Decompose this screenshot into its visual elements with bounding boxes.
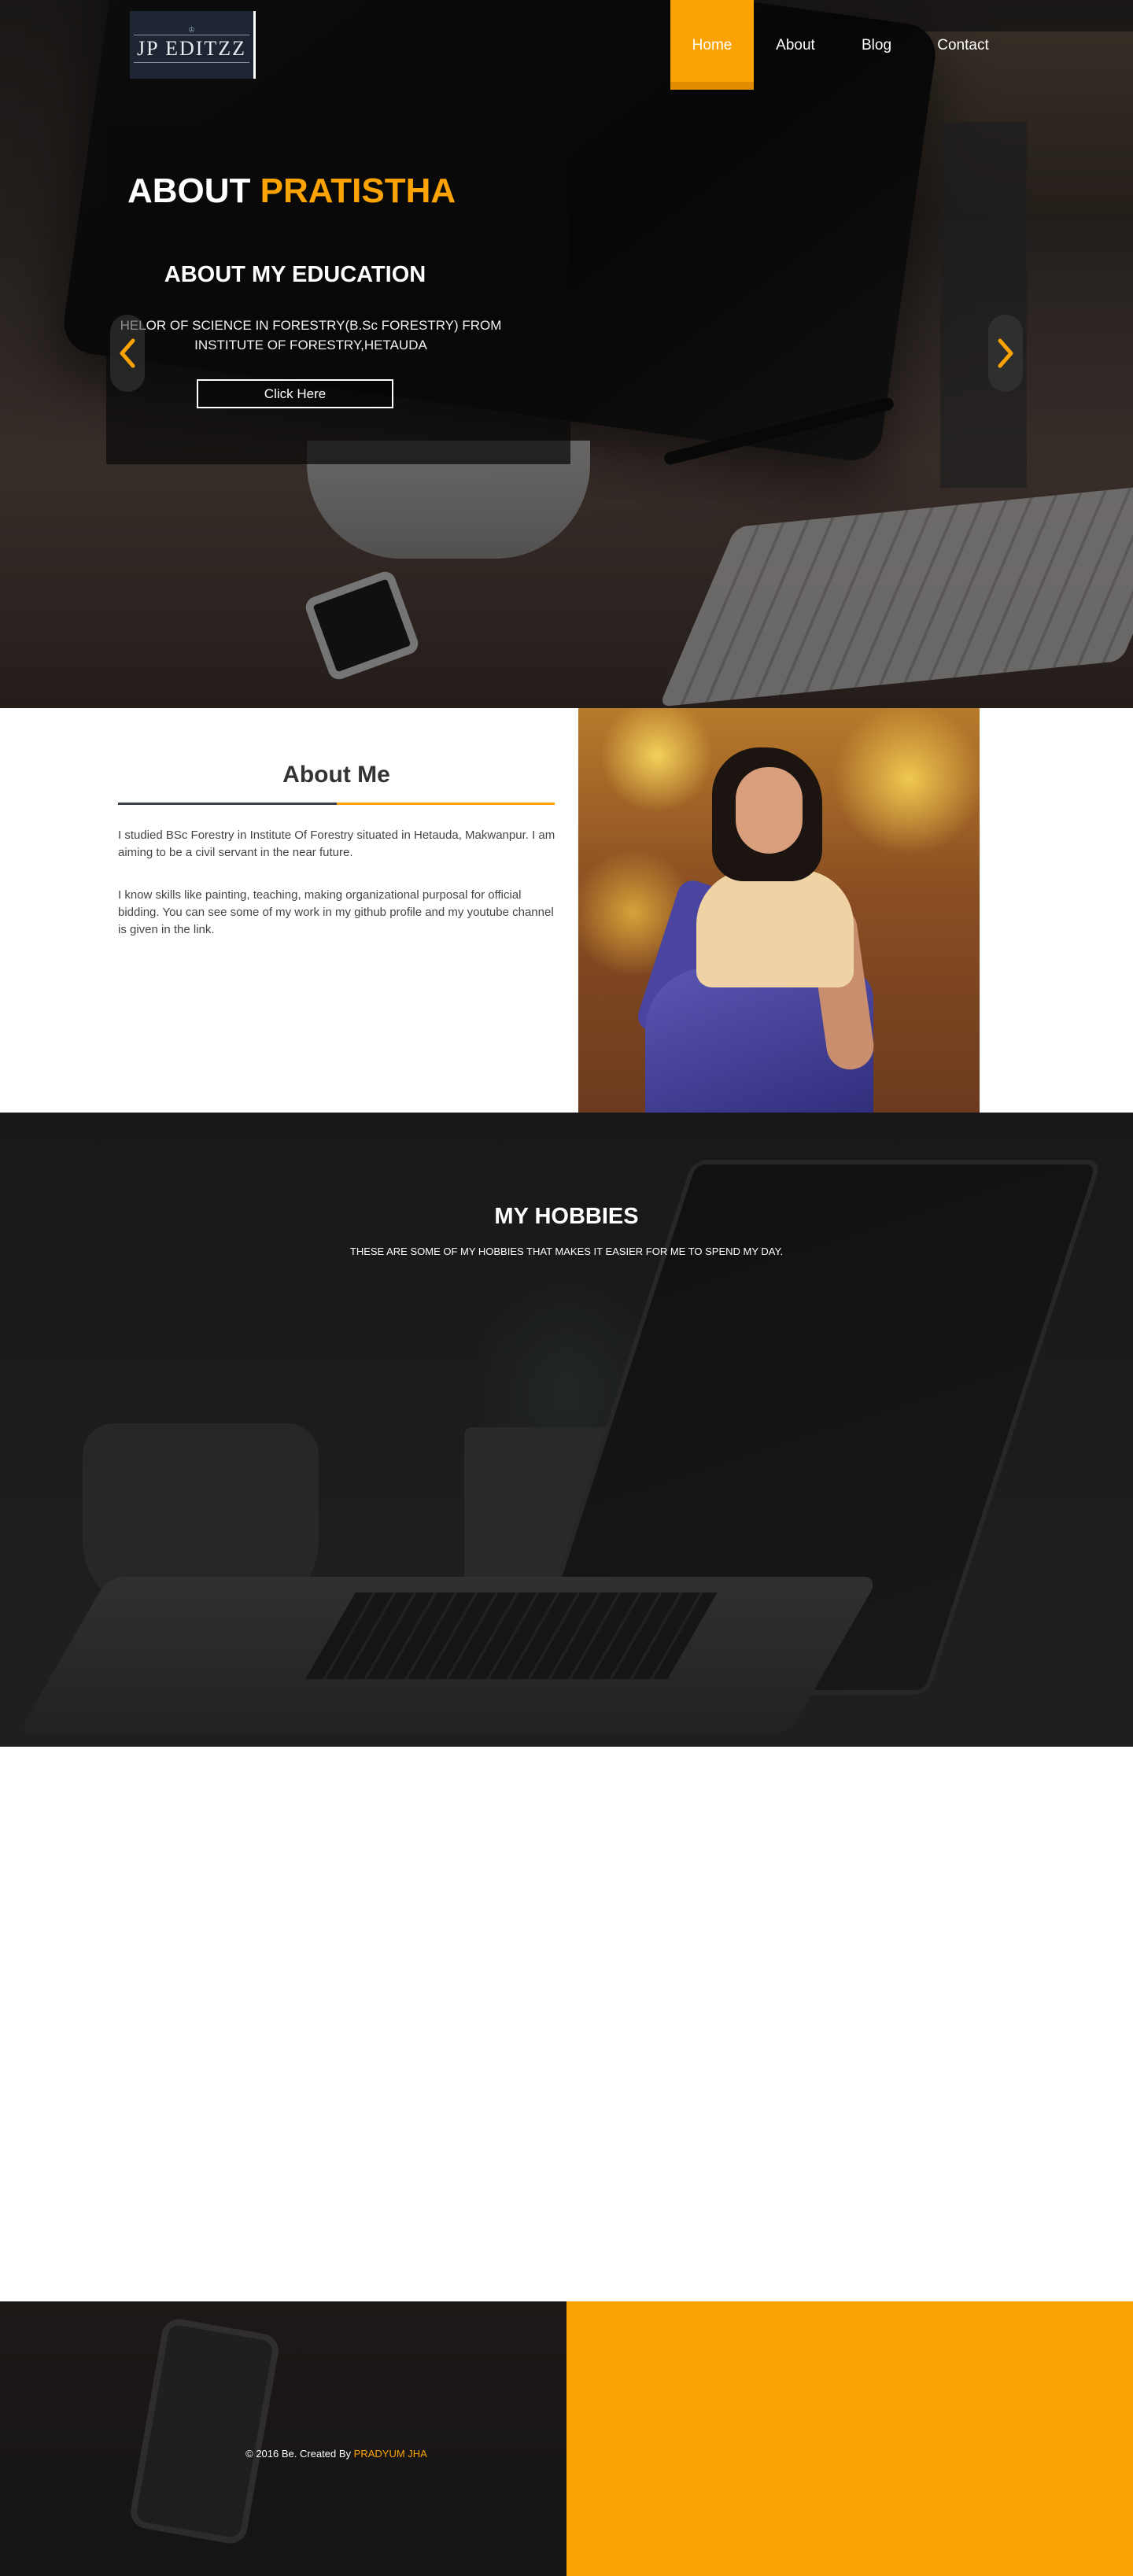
site-logo[interactable]: ♔ JP EDITZZ bbox=[130, 11, 256, 79]
profile-photo bbox=[578, 708, 980, 1113]
hero-subtitle: ABOUT MY EDUCATION bbox=[164, 262, 426, 287]
logo-text: JP EDITZZ bbox=[133, 35, 250, 63]
carousel-next-button[interactable] bbox=[988, 315, 1023, 392]
nav-contact[interactable]: Contact bbox=[916, 0, 1010, 90]
footer-image-panel bbox=[0, 2301, 566, 2576]
main-nav: Home About Blog Contact bbox=[670, 0, 1010, 90]
hero-text-line2: INSTITUTE OF FORESTRY,HETAUDA bbox=[194, 338, 427, 352]
chevron-right-icon bbox=[998, 338, 1013, 368]
hero-text: HELOR OF SCIENCE IN FORESTRY(B.Sc FOREST… bbox=[106, 316, 515, 355]
about-divider-gold bbox=[337, 803, 555, 805]
about-title: About Me bbox=[282, 762, 390, 788]
copyright-text: © 2016 Be. Created By PRADYUM JHA bbox=[0, 2448, 673, 2460]
hero-title-name: PRATISTHA bbox=[260, 172, 456, 210]
nav-about[interactable]: About bbox=[754, 0, 837, 90]
about-paragraph-2: I know skills like painting, teaching, m… bbox=[118, 888, 554, 936]
hero-section: ♔ JP EDITZZ Home About Blog Contact ABOU… bbox=[0, 0, 1133, 708]
hero-text-line1: HELOR OF SCIENCE IN FORESTRY(B.Sc FOREST… bbox=[120, 318, 502, 333]
copyright-prefix: © 2016 Be. Created By bbox=[245, 2448, 352, 2460]
hobbies-title: MY HOBBIES bbox=[494, 1204, 639, 1229]
nav-home[interactable]: Home bbox=[670, 0, 754, 90]
hobbies-subtitle: THESE ARE SOME OF MY HOBBIES THAT MAKES … bbox=[349, 1246, 784, 1257]
author-link[interactable]: PRADYUM JHA bbox=[354, 2448, 427, 2460]
carousel-prev-button[interactable] bbox=[110, 315, 145, 392]
hero-title-prefix: ABOUT bbox=[127, 172, 251, 210]
about-paragraph-1: I studied BSc Forestry in Institute Of F… bbox=[118, 829, 555, 859]
crown-icon: ♔ bbox=[188, 26, 195, 35]
about-divider-dark bbox=[118, 803, 337, 805]
chevron-left-icon bbox=[120, 338, 135, 368]
click-here-button[interactable]: Click Here bbox=[197, 379, 393, 408]
footer-accent-panel bbox=[566, 2301, 1133, 2576]
nav-blog[interactable]: Blog bbox=[837, 0, 916, 90]
next-slide-panel bbox=[940, 122, 1027, 488]
hero-title: ABOUT PRATISTHA bbox=[127, 172, 456, 211]
